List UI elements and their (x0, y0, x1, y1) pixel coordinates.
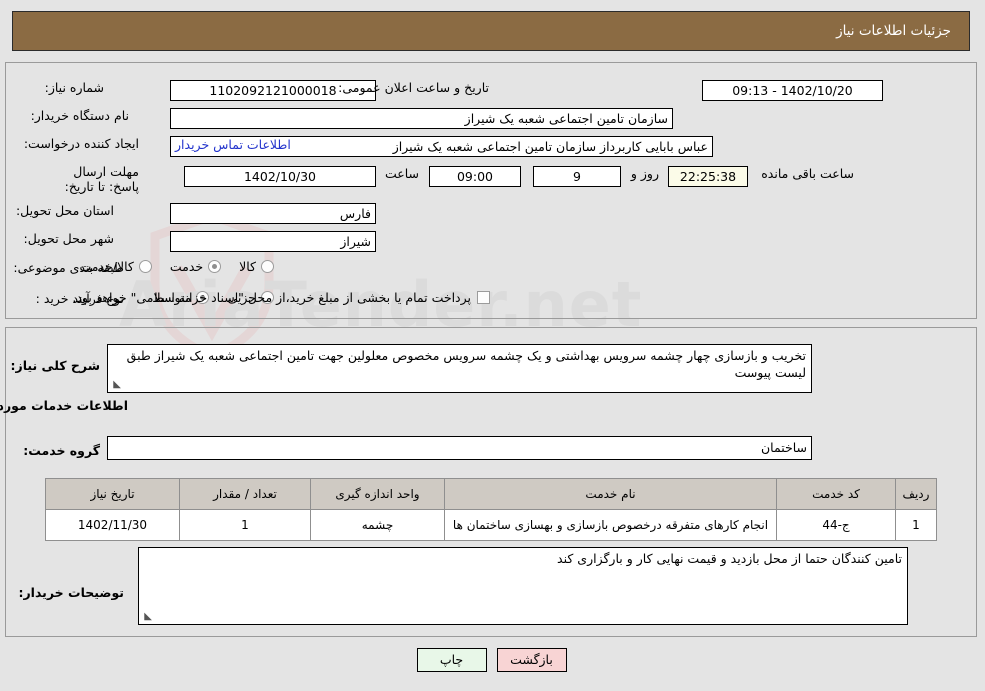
buyer-notes-text: تامین کنندگان حتما از محل بازدید و قیمت … (558, 551, 903, 566)
province-label: استان محل تحویل: (16, 203, 115, 218)
category-radio-group[interactable]: کالا خدمت کالا/خدمت (62, 259, 275, 274)
print-button[interactable]: چاپ (417, 648, 488, 672)
city-label-wrap: شهر محل تحویل: (25, 231, 115, 246)
treasury-checkbox-wrap[interactable]: پرداخت تمام یا بخشی از مبلغ خرید،از محل … (73, 290, 491, 305)
col-quantity: تعداد / مقدار (180, 478, 312, 510)
cell-unit: چشمه (311, 509, 446, 541)
col-name: نام خدمت (445, 478, 778, 510)
category-radio-icon[interactable] (209, 260, 223, 273)
deadline-label-wrap: مهلت ارسال پاسخ: تا تاریخ: (62, 164, 140, 194)
service-group-label: گروه خدمت: (24, 443, 101, 458)
city-label: شهر محل تحویل: (24, 231, 115, 246)
category-radio-icon[interactable] (262, 260, 275, 273)
category-radio-icon[interactable] (139, 260, 153, 273)
category-option-label: کالا (240, 259, 257, 274)
cell-date: 1402/11/30 (46, 509, 181, 541)
treasury-checkbox[interactable] (478, 291, 491, 304)
summary-label: شرح کلی نیاز: (11, 358, 101, 373)
public-announce-value: 1402/10/20 - 09:13 (703, 80, 884, 101)
category-option-label: خدمت (170, 259, 205, 274)
category-option-1[interactable]: خدمت (170, 259, 223, 274)
resize-grip-icon[interactable]: ◣ (143, 612, 153, 622)
treasury-checkbox-label: پرداخت تمام یا بخشی از مبلغ خرید،از محل … (73, 290, 472, 305)
public-announce-label: تاریخ و ساعت اعلان عمومی: (339, 80, 490, 95)
summary-text: تخریب و بازسازی چهار چشمه سرویس بهداشتی … (127, 348, 807, 380)
page-title: جزئیات اطلاعات نیاز (837, 23, 952, 39)
cell-name: انجام کارهای متفرقه درخصوص بازسازی و بهس… (445, 509, 778, 541)
hour-label-wrap: ساعت (386, 166, 420, 181)
public-announce-label-wrap: تاریخ و ساعت اعلان عمومی: (339, 80, 490, 95)
buyer-org-value: سازمان تامین اجتماعی شعبه یک شیراز (171, 108, 674, 129)
buyer-contact-link[interactable]: اطلاعات تماس خریدار (176, 137, 292, 152)
creator-label-wrap: ایجاد کننده درخواست: (25, 136, 140, 151)
remaining-suffix-label: ساعت باقی مانده (762, 166, 855, 181)
buyer-contact-link-wrap[interactable]: اطلاعات تماس خریدار (176, 137, 292, 152)
deadline-time-value: 09:00 (430, 166, 522, 187)
need-number-label: شماره نیاز: (45, 80, 105, 95)
category-option-label: کالا/خدمت (80, 259, 135, 274)
remaining-time-value: 22:25:38 (669, 166, 749, 187)
deadline-date-value: 1402/10/30 (185, 166, 377, 187)
buyer-notes-label: توضیحات خریدار: (19, 585, 125, 600)
cell-quantity: 1 (180, 509, 312, 541)
buyer-org-label-wrap: نام دستگاه خریدار: (32, 108, 130, 123)
remaining-days-value: 9 (534, 166, 622, 187)
services-table: ردیف کد خدمت نام خدمت واحد اندازه گیری ت… (46, 478, 938, 541)
city-value: شیراز (171, 231, 377, 252)
table-header-row: ردیف کد خدمت نام خدمت واحد اندازه گیری ت… (46, 478, 938, 510)
creator-label: ایجاد کننده درخواست: (24, 136, 140, 151)
province-label-wrap: استان محل تحویل: (17, 203, 115, 218)
col-code: کد خدمت (777, 478, 897, 510)
days-and-label-wrap: روز و (632, 166, 660, 181)
buyer-org-label: نام دستگاه خریدار: (31, 108, 130, 123)
deadline-label: مهلت ارسال پاسخ: تا تاریخ: (65, 164, 140, 194)
service-group-value: ساختمان (108, 436, 813, 460)
col-unit: واحد اندازه گیری (311, 478, 446, 510)
summary-textarea[interactable]: تخریب و بازسازی چهار چشمه سرویس بهداشتی … (108, 344, 813, 393)
province-value: فارس (171, 203, 377, 224)
cell-row: 1 (896, 509, 938, 541)
resize-grip-icon[interactable]: ◣ (112, 380, 122, 390)
buyer-notes-textarea[interactable]: تامین کنندگان حتما از محل بازدید و قیمت … (139, 547, 909, 625)
action-bar: بازگشت چاپ (0, 648, 985, 672)
col-date: تاریخ نیاز (46, 478, 181, 510)
cell-code: ج-44 (777, 509, 897, 541)
table-row: 1 ج-44 انجام کارهای متفرقه درخصوص بازساز… (46, 509, 938, 541)
back-button[interactable]: بازگشت (497, 648, 568, 672)
services-section-title: اطلاعات خدمات مورد نیاز (0, 398, 129, 413)
category-option-2[interactable]: کالا/خدمت (80, 259, 153, 274)
remaining-suffix-wrap: ساعت باقی مانده (762, 166, 855, 181)
col-row: ردیف (896, 478, 938, 510)
need-number-label-wrap: شماره نیاز: (46, 80, 105, 95)
page-header: جزئیات اطلاعات نیاز (13, 11, 971, 51)
category-option-0[interactable]: کالا (240, 259, 275, 274)
hour-label: ساعت (385, 166, 420, 181)
days-and-label: روز و (631, 166, 660, 181)
